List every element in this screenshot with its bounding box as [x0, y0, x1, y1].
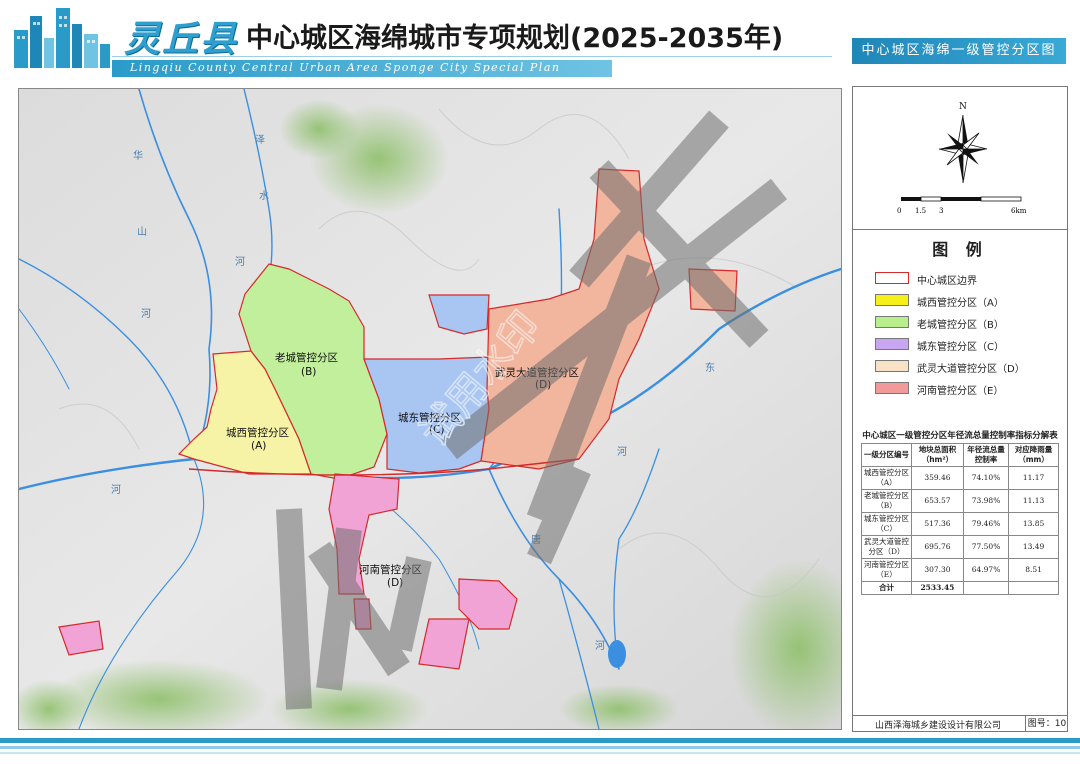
- header: 灵丘县 中心城区海绵城市专项规划(2025-2035年) Lingqiu Coun…: [0, 0, 1080, 86]
- table-cell: 8.51: [1008, 558, 1059, 582]
- legend-swatch: [875, 294, 909, 306]
- table-cell: [1008, 581, 1059, 595]
- table-cell: 2533.45: [910, 581, 964, 595]
- table-row: 老城管控分区（B） 653.57 73.98% 11.13: [861, 489, 1059, 513]
- legend-swatch: [875, 316, 909, 328]
- table-row: 城东管控分区（C） 517.36 79.46% 13.85: [861, 512, 1059, 536]
- legend-swatch: [875, 338, 909, 350]
- title-text: 中心城区海绵城市专项规划(2025-2035年): [246, 23, 784, 54]
- legend-item: 河南管控分区（E）: [853, 380, 1067, 402]
- table-cell: 359.46: [910, 466, 964, 490]
- river-char: 华: [133, 149, 143, 162]
- map-view[interactable]: 城西管控分区 (A) 老城管控分区 (B) 城东管控分区 (C) 武灵大道管控分…: [18, 88, 842, 730]
- table-cell: 合计: [861, 581, 912, 595]
- table-row: 武灵大道管控分区（D） 695.76 77.50% 13.49: [861, 535, 1059, 559]
- legend-items: 中心城区边界城西管控分区（A） 老城管控分区（B） 城东管控分区（C） 武灵大道管控分…: [853, 270, 1067, 402]
- table-cell: 695.76: [910, 535, 964, 559]
- table-cell: 64.97%: [962, 558, 1010, 582]
- river-char: 山: [137, 226, 147, 238]
- table-cell: 城西管控分区（A）: [861, 466, 912, 490]
- table-cell: 77.50%: [962, 535, 1010, 559]
- scale-tick: 3: [939, 207, 943, 215]
- table-cell: 517.36: [910, 512, 964, 536]
- legend-swatch: [875, 272, 909, 284]
- table-row: 河南管控分区（E） 307.30 64.97% 8.51: [861, 558, 1059, 582]
- zone-label-a: 城西管控分区: [226, 426, 289, 439]
- table-cell: 11.13: [1008, 489, 1059, 513]
- table-title: 中心城区一级管控分区年径流总量控制率指标分解表: [862, 431, 1058, 441]
- table-cell: 13.85: [1008, 512, 1059, 536]
- river-char: 泽: [255, 134, 265, 146]
- legend-item: 城西管控分区（A）: [853, 292, 1067, 314]
- table-row: 合计 2533.45: [861, 581, 1059, 595]
- table-cell: 城东管控分区（C）: [861, 512, 912, 536]
- table-cell: 73.98%: [962, 489, 1010, 513]
- page-title: 灵丘县 中心城区海绵城市专项规划(2025-2035年): [124, 10, 783, 62]
- river-char: 河: [595, 640, 605, 652]
- legend: 图 例 中心城区边界城西管控分区（A） 老城管控分区（B） 城东管控分区（C） 武灵大…: [853, 229, 1067, 402]
- legend-label: 城东管控分区（C）: [917, 342, 1004, 353]
- legend-panel: N 0 1.5 3 6km 图 例 中心城区边界 城西管控分区（A） 老城管控分区（…: [852, 86, 1068, 732]
- zone-label-a-code: (A): [251, 440, 266, 452]
- river-char: 河: [235, 256, 245, 268]
- table-header: 地块总面积（hm²）: [910, 443, 964, 467]
- river-char: 河: [617, 446, 627, 458]
- company-name: 山西泽海城乡建设设计有限公司: [874, 721, 1001, 731]
- legend-label: 老城管控分区（B）: [917, 320, 1004, 331]
- scale-tick: 1.5: [915, 207, 926, 215]
- table-cell: 河南管控分区（E）: [861, 558, 912, 582]
- table-cell: 13.49: [1008, 535, 1059, 559]
- legend-item: 武灵大道管控分区（D）: [853, 358, 1067, 380]
- footer: 山西泽海城乡建设设计有限公司 图号：10: [853, 715, 1067, 732]
- header-divider: [112, 56, 832, 57]
- table-header: 对应降雨量（mm）: [1008, 443, 1059, 467]
- legend-item: 中心城区边界: [853, 270, 1067, 292]
- table-row: 城西管控分区（A） 359.46 74.10% 11.17: [861, 466, 1059, 490]
- legend-item: 老城管控分区（B）: [853, 314, 1067, 336]
- figure-number: 图号：10: [1025, 716, 1068, 732]
- table-header: 一级分区编号: [861, 443, 912, 467]
- legend-item: 城东管控分区（C）: [853, 336, 1067, 358]
- table-body: 城西管控分区（A） 359.46 74.10% 11.17 老城管控分区（B） 653.5…: [861, 466, 1059, 595]
- table-cell: 307.30: [910, 558, 964, 582]
- zone-label-b-code: (B): [301, 366, 316, 378]
- map-canvas: 城西管控分区 (A) 老城管控分区 (B) 城东管控分区 (C) 武灵大道管控分…: [19, 89, 841, 729]
- title-county: 灵丘县: [124, 18, 239, 60]
- legend-label: 武灵大道管控分区（D）: [917, 364, 1025, 375]
- river-char: 河: [141, 308, 151, 320]
- table-cell: 74.10%: [962, 466, 1010, 490]
- north-label: N: [959, 102, 967, 112]
- city-skyline-logo: [14, 8, 110, 68]
- table-cell: 武灵大道管控分区（D）: [861, 535, 912, 559]
- legend-title: 图 例: [932, 240, 988, 259]
- map-name-badge: 中心城区海绵一级管控分区图: [852, 38, 1066, 64]
- river-char: 东: [705, 361, 715, 374]
- legend-swatch: [875, 360, 909, 372]
- subtitle-english: Lingqiu County Central Urban Area Sponge…: [130, 61, 561, 74]
- river-char: 水: [259, 190, 269, 202]
- table-header-row: 一级分区编号 地块总面积（hm²） 年径流总量控制率 对应降雨量（mm）: [861, 443, 1059, 467]
- table-cell: [962, 581, 1010, 595]
- table-cell: 11.17: [1008, 466, 1059, 490]
- bottom-decor-stripe: [0, 738, 1080, 754]
- table-cell: 653.57: [910, 489, 964, 513]
- scale-bar: 0 1.5 3 6km: [897, 196, 1027, 215]
- scale-tick: 6km: [1011, 207, 1027, 215]
- indicator-table: 一级分区编号 地块总面积（hm²） 年径流总量控制率 对应降雨量（mm） 城西管…: [861, 443, 1059, 595]
- legend-swatch: [875, 382, 909, 394]
- table-cell: 老城管控分区（B）: [861, 489, 912, 513]
- legend-label: 中心城区边界: [917, 276, 977, 287]
- reservoir: [608, 640, 626, 668]
- table-cell: 79.46%: [962, 512, 1010, 536]
- legend-label: 河南管控分区（E）: [917, 386, 1004, 397]
- river-char: 河: [111, 484, 121, 496]
- legend-label: 城西管控分区（A）: [917, 298, 1004, 309]
- scale-tick: 0: [897, 207, 901, 215]
- zone-label-b: 老城管控分区: [275, 351, 338, 364]
- table-header: 年径流总量控制率: [962, 443, 1010, 467]
- north-arrow-icon: N: [938, 102, 988, 184]
